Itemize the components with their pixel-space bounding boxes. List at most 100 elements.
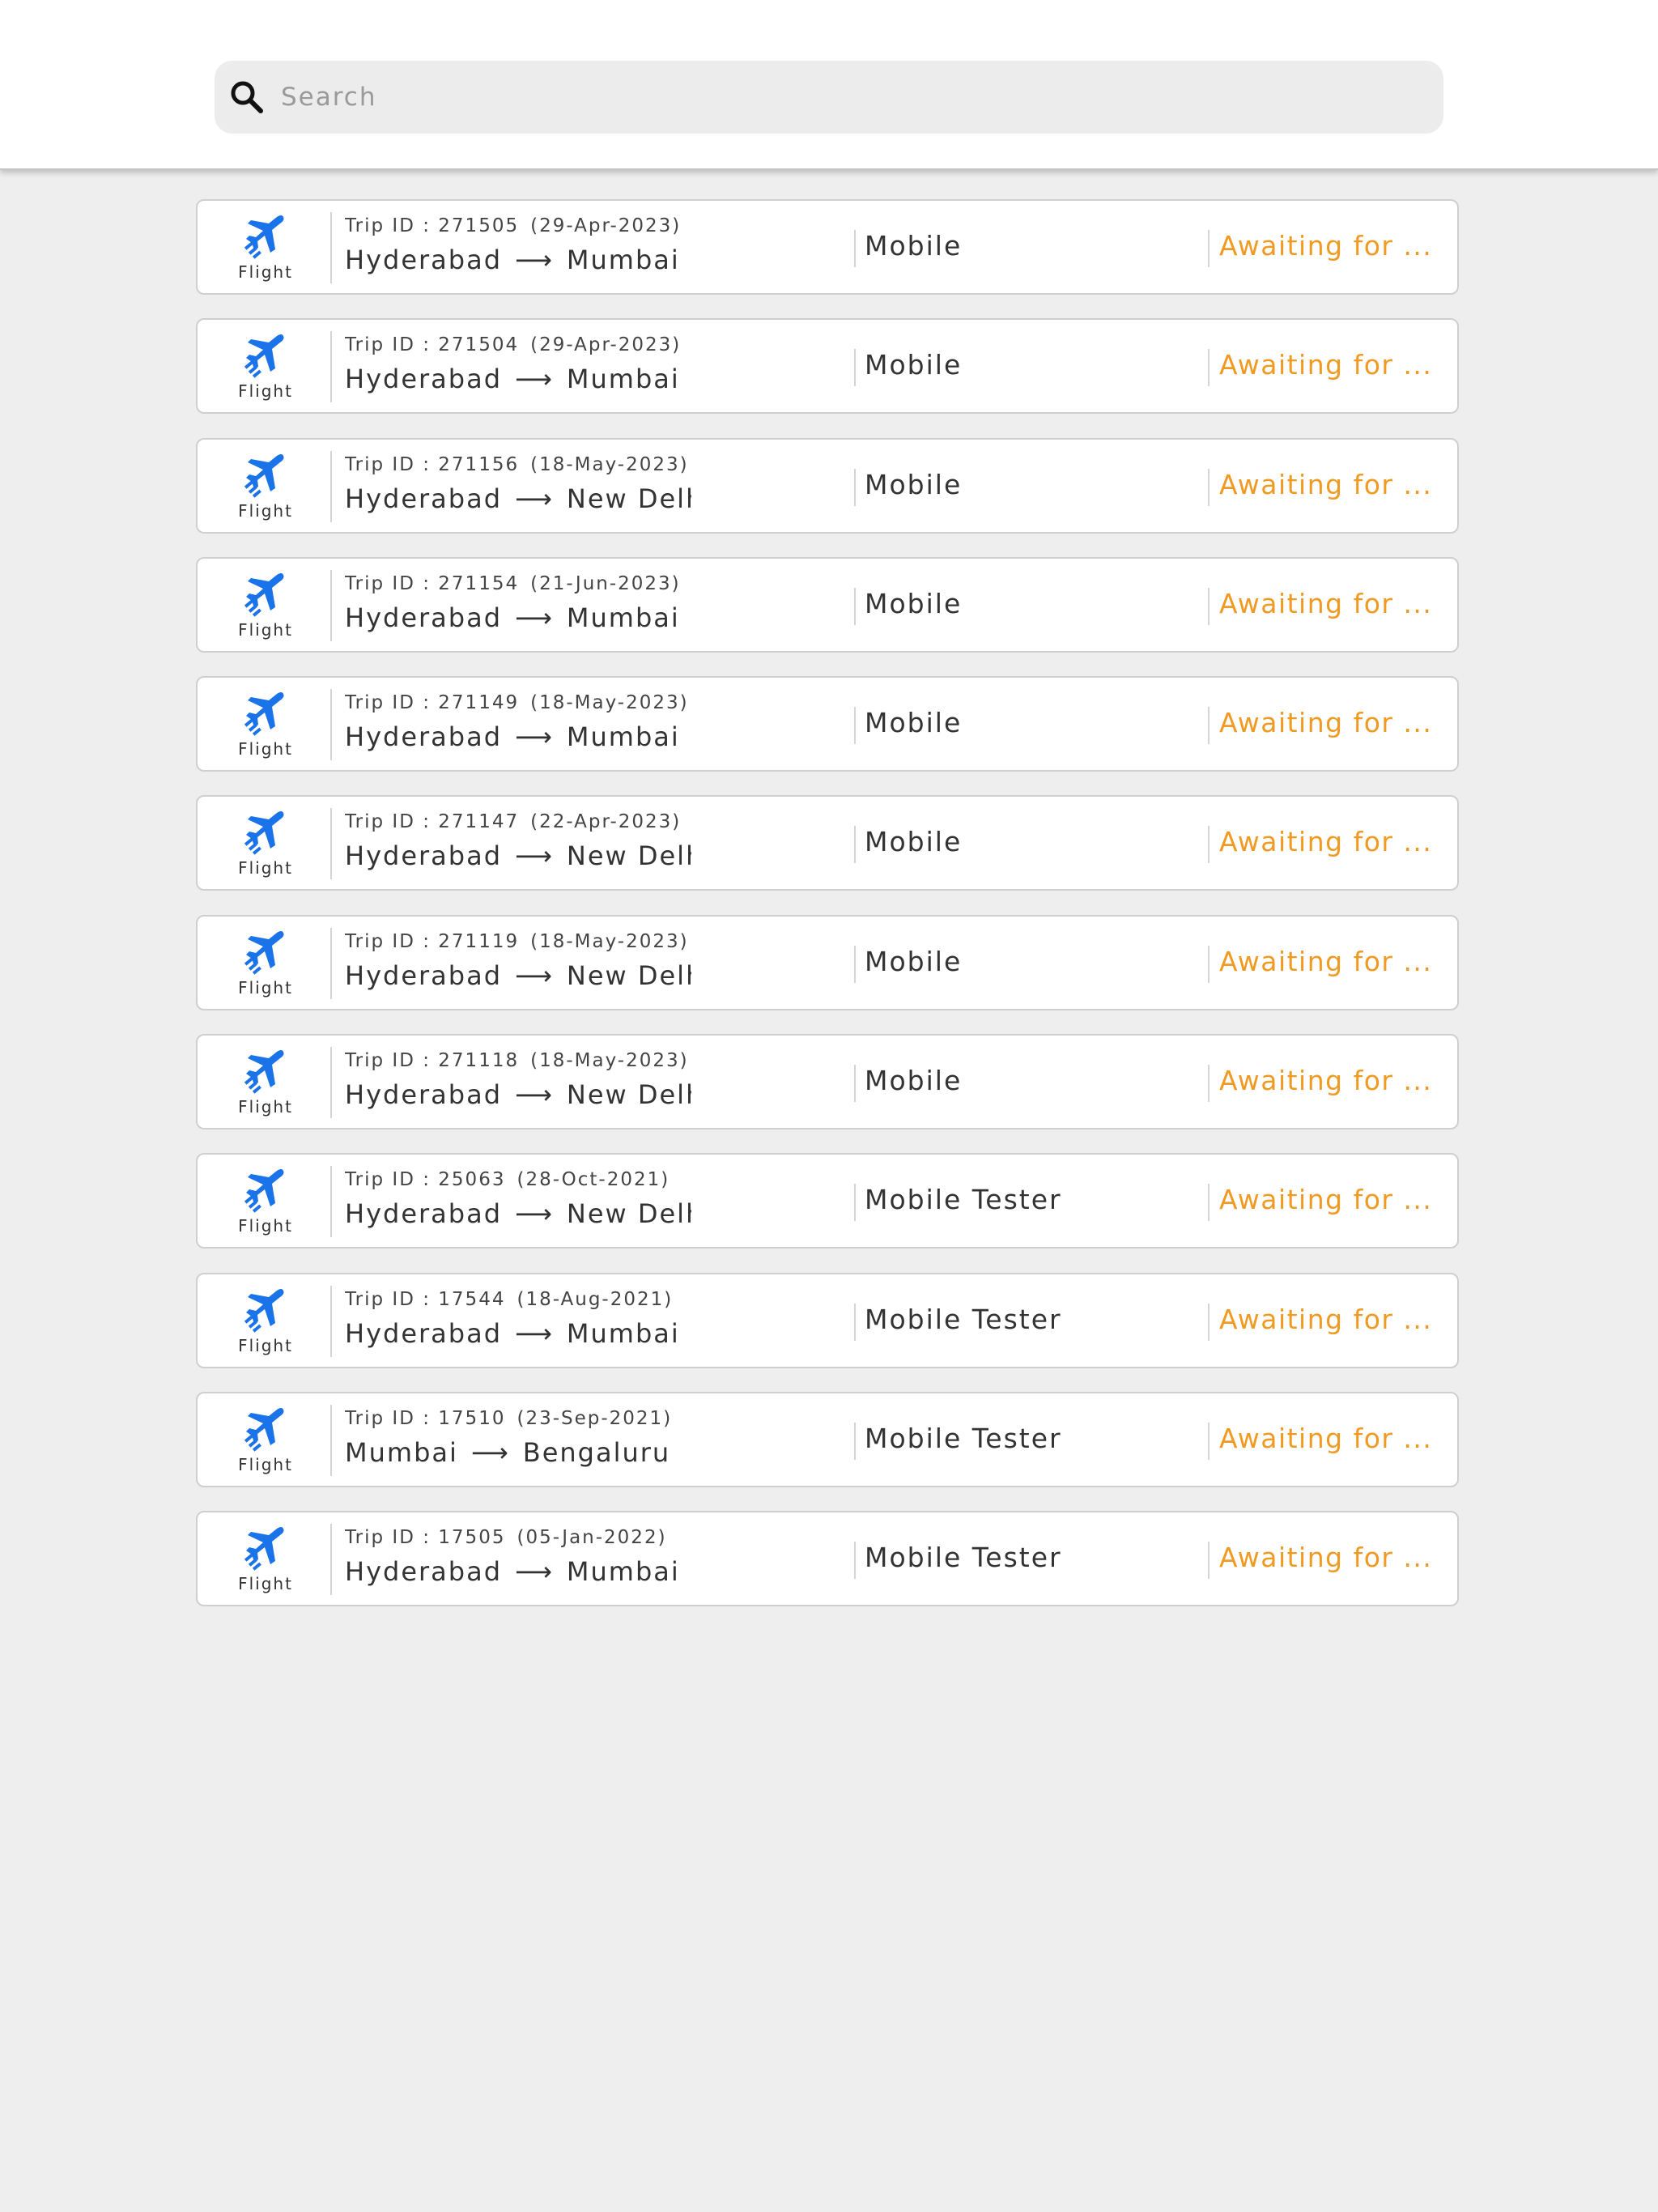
trip-mode: Flight: [198, 201, 334, 293]
traveler-name: Mobile Tester: [865, 1303, 1062, 1335]
route-from: Hyderabad: [345, 1556, 502, 1588]
flight-icon: [244, 811, 284, 856]
trip-id: Trip ID : 271147: [345, 811, 520, 833]
trip-header: Trip ID : 271154 (21-Jun-2023): [345, 573, 691, 594]
trip-card[interactable]: Flight Trip ID : 271505 (29-Apr-2023) Hyd…: [196, 199, 1459, 295]
status-label: Awaiting for ...: [1219, 230, 1433, 262]
traveler-name: Mobile Tester: [865, 1422, 1062, 1454]
divider: [854, 230, 856, 267]
trip-card[interactable]: Flight Trip ID : 271149 (18-May-2023) Hyd…: [196, 676, 1459, 772]
status-label: Awaiting for ...: [1219, 349, 1433, 381]
trip-id: Trip ID : 17510: [345, 1407, 506, 1429]
route-from: Hyderabad: [345, 364, 502, 395]
trip-card[interactable]: Flight Trip ID : 17510 (23-Sep-2021) Mumb…: [196, 1391, 1459, 1487]
trip-header: Trip ID : 271505 (29-Apr-2023): [345, 215, 691, 236]
flight-icon: [244, 215, 284, 259]
route-to: Mumbai: [566, 245, 680, 275]
divider: [330, 1404, 332, 1476]
route-from: Hyderabad: [345, 1317, 502, 1349]
trip-header: Trip ID : 271147 (22-Apr-2023): [345, 811, 691, 832]
trip-id: Trip ID : 271119: [345, 930, 520, 952]
trip-card[interactable]: Flight Trip ID : 271504 (29-Apr-2023) Hyd…: [196, 318, 1459, 415]
trip-date: (22-Apr-2023): [530, 811, 682, 833]
divider: [1208, 1184, 1209, 1222]
flight-icon: [244, 930, 284, 975]
mode-label: Flight: [238, 619, 293, 640]
divider: [854, 349, 856, 387]
status-label: Awaiting for ...: [1219, 1542, 1433, 1574]
trip-mode: Flight: [198, 1274, 334, 1367]
traveler-name: Mobile: [865, 230, 963, 262]
trip-id: Trip ID : 25063: [345, 1169, 506, 1191]
flight-icon: [244, 1050, 284, 1094]
trip-mode: Flight: [198, 1036, 334, 1128]
trip-header: Trip ID : 17510 (23-Sep-2021): [345, 1408, 691, 1429]
mode-label: Flight: [238, 262, 293, 282]
route-from: Hyderabad: [345, 1198, 502, 1230]
trip-route: Hyderabad ⟶ Mumbai: [345, 245, 691, 275]
route-to: New Delhi: [566, 483, 691, 514]
trip-id: Trip ID : 271118: [345, 1050, 520, 1072]
trip-card[interactable]: Flight Trip ID : 271147 (22-Apr-2023) Hyd…: [196, 795, 1459, 891]
flight-icon: [244, 572, 284, 617]
divider: [330, 689, 332, 761]
trip-date: (05-Jan-2022): [517, 1527, 667, 1549]
arrow-right-icon: ⟶: [515, 1079, 554, 1111]
trip-route: Hyderabad ⟶ New Delhi: [345, 483, 691, 514]
trip-card[interactable]: Flight Trip ID : 271156 (18-May-2023) Hyd…: [196, 437, 1459, 534]
route-to: Mumbai: [566, 364, 680, 395]
divider: [854, 1422, 856, 1460]
trip-id: Trip ID : 17544: [345, 1288, 506, 1310]
arrow-right-icon: ⟶: [515, 602, 554, 633]
flight-icon: [244, 334, 284, 379]
trip-mode: Flight: [198, 917, 334, 1009]
route-to: Mumbai: [566, 721, 680, 753]
divider: [854, 587, 856, 625]
trip-header: Trip ID : 17505 (05-Jan-2022): [345, 1527, 691, 1548]
trip-card[interactable]: Flight Trip ID : 17505 (05-Jan-2022) Hyde…: [196, 1511, 1459, 1607]
trip-route: Hyderabad ⟶ New Delhi: [345, 840, 691, 871]
trip-header: Trip ID : 271504 (29-Apr-2023): [345, 334, 691, 355]
flight-icon: [244, 1407, 284, 1452]
trip-header: Trip ID : 25063 (28-Oct-2021): [345, 1169, 691, 1190]
search-input[interactable]: [279, 82, 1400, 113]
trip-date: (28-Oct-2021): [517, 1169, 670, 1191]
route-from: Mumbai: [345, 1436, 458, 1468]
trip-mode: Flight: [198, 678, 334, 770]
arrow-right-icon: ⟶: [515, 245, 554, 275]
mode-label: Flight: [238, 381, 293, 402]
divider: [854, 707, 856, 745]
route-from: Hyderabad: [345, 840, 502, 872]
trip-id: Trip ID : 17505: [345, 1527, 506, 1549]
divider: [330, 331, 332, 403]
trip-date: (18-Aug-2021): [517, 1288, 674, 1310]
trip-date: (18-May-2023): [530, 692, 689, 714]
arrow-right-icon: ⟶: [515, 1198, 554, 1230]
trip-card[interactable]: Flight Trip ID : 271119 (18-May-2023) Hyd…: [196, 914, 1459, 1010]
top-bar: [0, 0, 1658, 170]
divider: [330, 927, 332, 999]
divider: [854, 826, 856, 864]
divider: [1208, 1542, 1209, 1580]
trip-card[interactable]: Flight Trip ID : 25063 (28-Oct-2021) Hyde…: [196, 1153, 1459, 1249]
divider: [854, 1303, 856, 1341]
mode-label: Flight: [238, 977, 293, 998]
search-icon[interactable]: [227, 78, 266, 117]
mode-label: Flight: [238, 1574, 293, 1594]
trip-route: Mumbai ⟶ Bengaluru: [345, 1437, 691, 1468]
route-to: Mumbai: [566, 602, 680, 633]
search-bar[interactable]: [215, 61, 1443, 134]
trip-card[interactable]: Flight Trip ID : 17544 (18-Aug-2021) Hyde…: [196, 1272, 1459, 1368]
divider: [854, 945, 856, 983]
trip-date: (18-May-2023): [530, 453, 689, 475]
arrow-right-icon: ⟶: [515, 1556, 554, 1588]
traveler-name: Mobile: [865, 945, 963, 977]
divider: [330, 1285, 332, 1357]
arrow-right-icon: ⟶: [515, 364, 554, 395]
status-label: Awaiting for ...: [1219, 1184, 1433, 1216]
mode-label: Flight: [238, 1454, 293, 1474]
trip-list: Flight Trip ID : 271505 (29-Apr-2023) Hyd…: [196, 199, 1462, 1631]
status-label: Awaiting for ...: [1219, 587, 1433, 619]
trip-card[interactable]: Flight Trip ID : 271154 (21-Jun-2023) Hyd…: [196, 556, 1459, 653]
trip-card[interactable]: Flight Trip ID : 271118 (18-May-2023) Hyd…: [196, 1034, 1459, 1130]
